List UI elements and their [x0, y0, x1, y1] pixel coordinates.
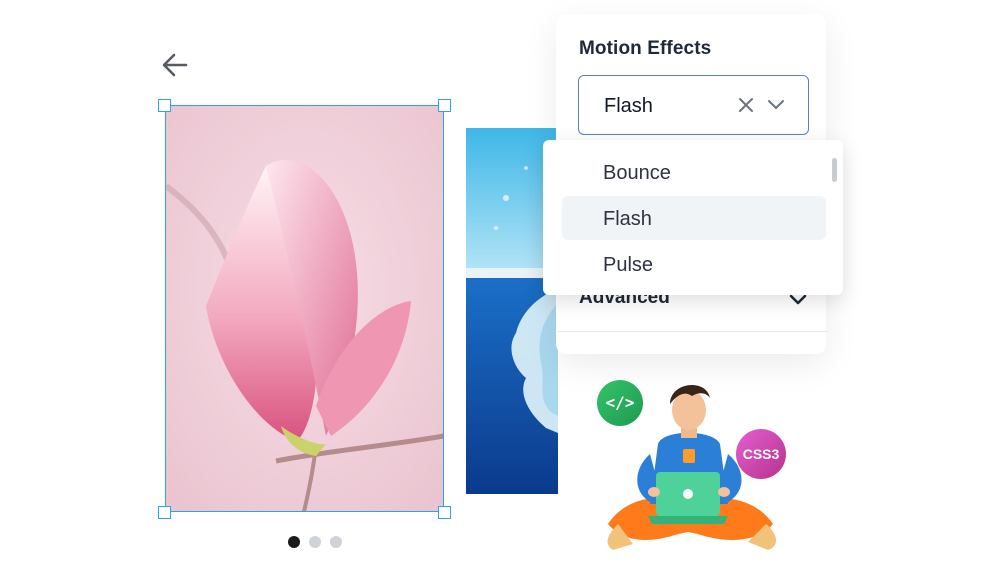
chevron-down-icon[interactable]: [766, 98, 786, 112]
carousel-dot[interactable]: [288, 536, 300, 548]
dropdown-scrollbar[interactable]: [832, 158, 837, 182]
resize-handle-top-left[interactable]: [158, 99, 171, 112]
option-label: Pulse: [603, 254, 654, 276]
option-label: Flash: [603, 208, 652, 230]
select-value: Flash: [604, 95, 653, 117]
css3-badge-label: CSS3: [742, 446, 780, 462]
dropdown-option-bounce[interactable]: Bounce: [562, 150, 826, 194]
divider: [558, 331, 828, 332]
option-label: Bounce: [603, 162, 671, 184]
resize-handle-bottom-right[interactable]: [438, 506, 451, 519]
motion-effect-dropdown: Bounce Flash Pulse: [543, 140, 843, 295]
carousel-dot[interactable]: [330, 536, 342, 548]
motion-effect-select[interactable]: Flash: [578, 75, 809, 135]
resize-handle-top-right[interactable]: [438, 99, 451, 112]
resize-handle-bottom-left[interactable]: [158, 506, 171, 519]
carousel-dot[interactable]: [309, 536, 321, 548]
back-arrow-icon[interactable]: [158, 48, 192, 82]
panel-title: Motion Effects: [579, 38, 712, 59]
dropdown-option-pulse[interactable]: Pulse: [562, 242, 826, 286]
code-badge: </>: [597, 380, 643, 426]
selection-frame[interactable]: [165, 105, 444, 512]
carousel-dots: [288, 536, 342, 548]
css3-badge: CSS3: [736, 429, 786, 479]
code-badge-label: </>: [605, 393, 635, 412]
close-icon[interactable]: [738, 97, 754, 113]
dropdown-option-flash[interactable]: Flash: [562, 196, 826, 240]
